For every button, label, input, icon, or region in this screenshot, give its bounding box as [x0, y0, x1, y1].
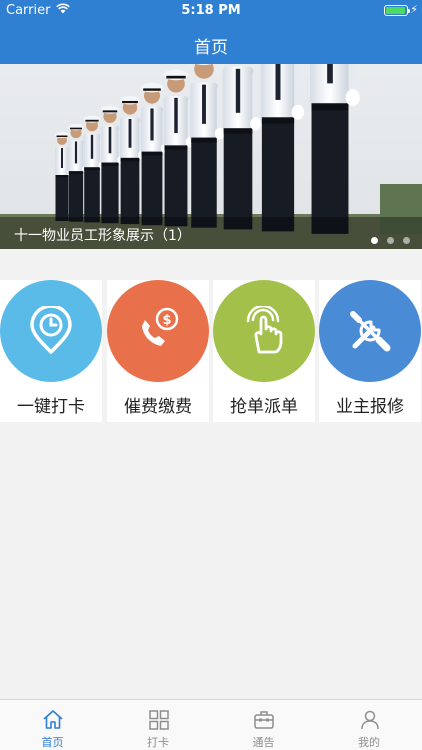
clock-pin-icon	[0, 280, 102, 382]
battery-level	[386, 7, 405, 14]
charging-icon: ⚡	[410, 3, 418, 16]
function-label: 抢单派单	[230, 397, 298, 417]
tab-label: 我的	[358, 736, 380, 749]
battery-icon	[384, 5, 410, 16]
function-3-button[interactable]: 抢单派单	[213, 280, 315, 422]
tab-label: 通告	[252, 736, 275, 749]
top-bar: Carrier 5:18 PM ⚡ 首页	[0, 0, 422, 64]
function-label: 催费缴费	[124, 397, 192, 417]
status-time: 5:18 PM	[181, 3, 241, 18]
svg-text:$: $	[162, 313, 171, 328]
phone-money-icon: $	[107, 280, 209, 382]
banner-caption-bar: 十一物业员工形象展示（1）	[0, 217, 422, 249]
tab-3[interactable]: 通告	[211, 700, 316, 750]
tab-4[interactable]: 我的	[317, 700, 422, 750]
tap-hand-icon	[213, 280, 315, 382]
tab-bar: 首页 打卡 通告 我的	[0, 699, 422, 750]
wrench-screwdriver-icon	[319, 280, 421, 382]
function-1-button[interactable]: 一键打卡	[0, 280, 102, 422]
function-2-button[interactable]: $ 催费缴费	[107, 280, 209, 422]
tab-label: 首页	[41, 736, 64, 749]
page-title: 首页	[194, 38, 228, 58]
status-bar: Carrier 5:18 PM ⚡	[0, 0, 422, 20]
carousel-dot[interactable]	[403, 237, 410, 244]
tab-2[interactable]: 打卡	[106, 700, 211, 750]
banner-caption: 十一物业员工形象展示（1）	[14, 228, 191, 244]
tab-1[interactable]: 首页	[0, 700, 105, 750]
carousel-dot[interactable]	[371, 237, 378, 244]
carousel-indicator	[362, 229, 410, 248]
tab-label: 打卡	[147, 736, 169, 749]
carousel-dot[interactable]	[387, 237, 394, 244]
function-label: 业主报修	[336, 397, 404, 417]
function-label: 一键打卡	[17, 397, 85, 417]
banner-carousel[interactable]: 十一物业员工形象展示（1）	[0, 64, 422, 249]
function-4-button[interactable]: 业主报修	[319, 280, 421, 422]
function-grid: 一键打卡 $ 催费缴费 抢单派单 业主报修	[0, 280, 422, 422]
